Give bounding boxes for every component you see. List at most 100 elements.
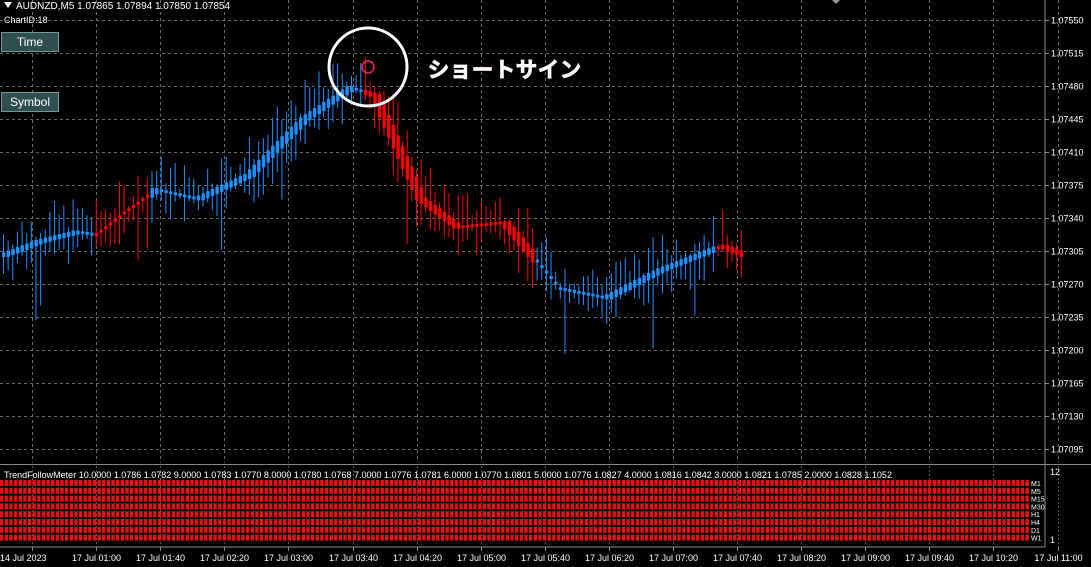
- y-tick-label: 1.07340: [1051, 214, 1084, 224]
- meter-cell: [148, 519, 152, 525]
- meter-cell: [928, 534, 932, 541]
- candle-body: [257, 159, 261, 173]
- meter-cell: [900, 534, 904, 541]
- meter-cell: [705, 511, 709, 518]
- meter-cell: [593, 495, 598, 502]
- meter-cell: [167, 480, 171, 486]
- meter-cell: [566, 495, 570, 502]
- meter-cell: [598, 480, 602, 486]
- meter-cell: [324, 511, 329, 518]
- meter-cell: [538, 534, 542, 541]
- candle-body: [623, 284, 628, 293]
- meter-cell: [92, 511, 97, 518]
- meter-cell: [644, 495, 649, 502]
- meter-cell: [431, 487, 435, 494]
- candle-body: [670, 262, 674, 270]
- meter-cell: [584, 495, 589, 502]
- meter-cell: [932, 503, 937, 510]
- meter-cell: [589, 503, 593, 510]
- meter-cell: [895, 487, 899, 494]
- meter-cell: [747, 487, 751, 494]
- meter-cell: [176, 487, 180, 494]
- meter-cell: [793, 526, 797, 533]
- meter-cell: [918, 495, 923, 502]
- meter-cell: [464, 487, 468, 494]
- meter-cell: [686, 534, 691, 541]
- meter-cell: [352, 487, 357, 494]
- meter-cell: [501, 511, 505, 518]
- meter-cell: [714, 487, 718, 494]
- meter-cell: [821, 519, 825, 525]
- meter-cell: [895, 526, 899, 533]
- meter-cell: [505, 487, 510, 494]
- meter-cell: [408, 487, 412, 494]
- meter-cell: [69, 526, 73, 533]
- candle-body: [600, 295, 604, 299]
- meter-cell: [222, 511, 227, 518]
- candle-body: [159, 189, 164, 192]
- candle-body: [15, 247, 20, 254]
- meter-cell: [1025, 480, 1029, 486]
- meter-cell: [361, 487, 366, 494]
- meter-cell: [988, 526, 992, 533]
- meter-cell: [663, 495, 667, 502]
- meter-cell: [13, 487, 18, 494]
- meter-cell: [348, 495, 352, 502]
- candle-body: [85, 231, 89, 235]
- meter-cell: [668, 511, 672, 518]
- indicator-scale-bottom: 1: [1050, 535, 1055, 545]
- symbol-button[interactable]: Symbol: [1, 92, 59, 112]
- candle-body: [461, 225, 465, 229]
- meter-cell: [334, 511, 338, 518]
- meter-cell: [505, 503, 510, 510]
- meter-cell: [375, 534, 380, 541]
- meter-cell: [923, 534, 927, 541]
- meter-cell: [816, 503, 821, 510]
- meter-cell: [1020, 495, 1025, 502]
- meter-cell: [139, 534, 143, 541]
- meter-cell: [909, 487, 913, 494]
- meter-cell: [473, 526, 477, 533]
- meter-cell: [74, 511, 78, 518]
- price-chart[interactable]: 1.075501.075151.074801.074451.074101.073…: [0, 0, 1091, 567]
- meter-cell: [283, 480, 287, 486]
- meter-cell: [324, 495, 329, 502]
- meter-cell: [997, 487, 1001, 494]
- meter-cell: [969, 503, 974, 510]
- x-tick-label: 17 Jul 09:00: [841, 553, 890, 563]
- meter-cell: [37, 534, 41, 541]
- meter-cell: [876, 487, 881, 494]
- meter-cell: [4, 526, 9, 533]
- candle-body: [280, 136, 284, 149]
- indicator-title: TrendFollowMeter 10.0000 1.0786 1.0782 9…: [4, 470, 892, 480]
- meter-cell: [64, 495, 69, 502]
- meter-cell: [784, 495, 788, 502]
- meter-cell: [41, 519, 46, 525]
- meter-cell: [278, 480, 282, 486]
- meter-cell: [881, 503, 885, 510]
- meter-cell: [245, 480, 250, 486]
- y-tick-label: 1.07305: [1051, 247, 1084, 257]
- meter-cell: [584, 480, 589, 486]
- meter-cell: [867, 495, 872, 502]
- meter-cell: [858, 480, 862, 486]
- meter-cell: [204, 526, 208, 533]
- meter-cell: [802, 526, 807, 533]
- meter-cell: [635, 503, 640, 510]
- meter-cell: [941, 526, 946, 533]
- meter-cell: [445, 534, 449, 541]
- meter-cell: [306, 534, 310, 541]
- meter-cell: [241, 495, 245, 502]
- meter-cell: [88, 511, 92, 518]
- time-button[interactable]: Time: [1, 32, 59, 52]
- meter-cell: [264, 495, 268, 502]
- meter-cell: [974, 519, 978, 525]
- meter-cell: [533, 495, 537, 502]
- dropdown-triangle-icon[interactable]: [4, 2, 12, 8]
- meter-cell: [338, 480, 343, 486]
- meter-cell: [807, 495, 811, 502]
- meter-cell: [491, 511, 496, 518]
- meter-cell: [403, 503, 408, 510]
- meter-cell: [598, 519, 602, 525]
- meter-cell: [580, 511, 584, 518]
